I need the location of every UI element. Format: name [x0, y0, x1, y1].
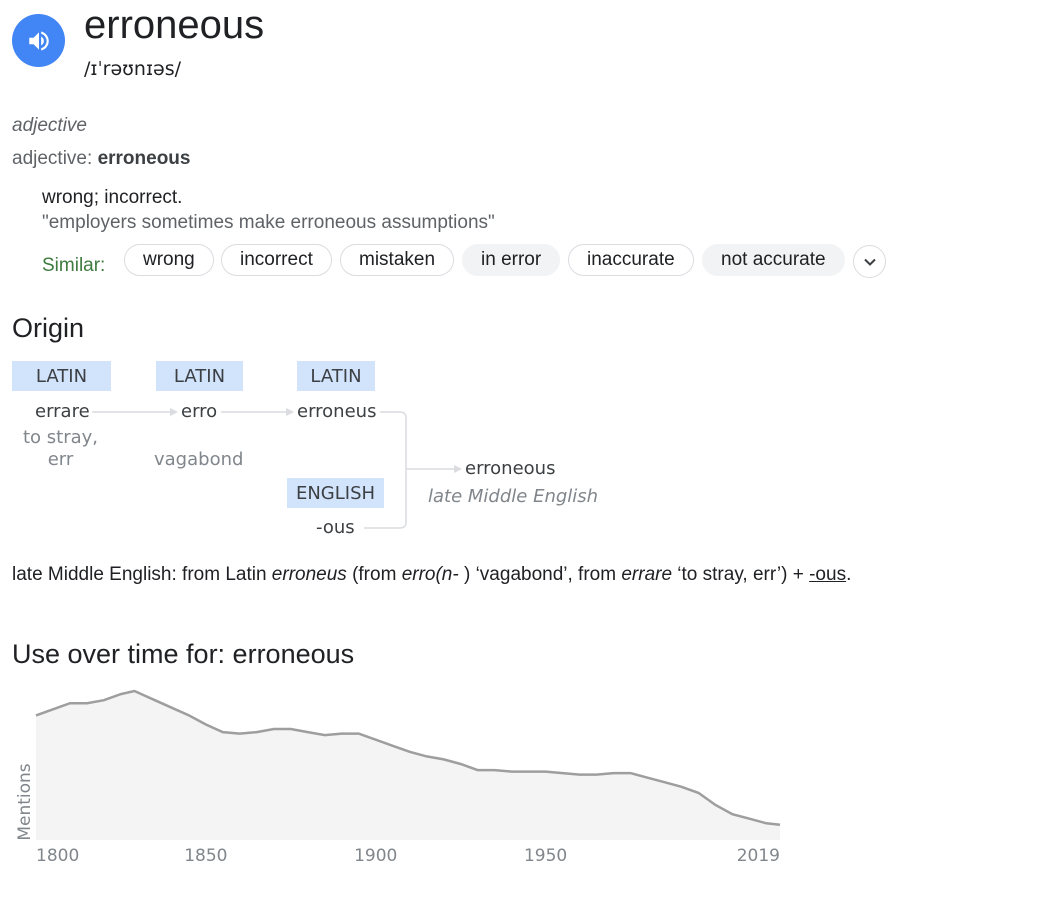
etymon-errare: errare [35, 401, 90, 422]
gloss-result: late Middle English [428, 486, 599, 507]
etymology-text-part: ‘to stray, err’) + [672, 564, 810, 585]
ous-link[interactable]: -ous [809, 564, 846, 585]
etymon-erroneus: erroneus [297, 401, 377, 422]
etymon-ous: -ous [316, 517, 355, 538]
language-tag-english: ENGLISH [287, 478, 384, 508]
usage-heading: Use over time for: erroneous [12, 639, 355, 669]
x-tick-label: 1850 [184, 846, 227, 866]
usage-chart: Mentions 1800 1850 1900 1950 2019 [15, 689, 781, 866]
etymology-text-part: (from [346, 564, 402, 585]
etymology-bracket [364, 411, 407, 529]
gloss-erro: vagabond [154, 449, 244, 470]
expand-similar-button[interactable] [853, 245, 886, 278]
x-tick-label: 2019 [737, 846, 780, 866]
x-tick-label: 1950 [524, 846, 567, 866]
usage-area [36, 691, 780, 840]
etymology-text-part: ) ‘vagabond’, from [458, 564, 622, 585]
gloss-errare: to stray, err [12, 427, 109, 471]
x-tick-label: 1900 [354, 846, 397, 866]
similar-chip-not-accurate[interactable]: not accurate [702, 244, 845, 276]
etymon-result: erroneous [465, 458, 556, 479]
gloss-line: err [47, 449, 74, 470]
chevron-down-icon [863, 258, 876, 266]
x-tick-label: 1800 [36, 846, 79, 866]
etymology-italic: erroneus [271, 564, 347, 585]
etymology-text-part: . [846, 564, 852, 585]
language-tag-latin: LATIN [156, 361, 243, 391]
language-tag-latin: LATIN [12, 361, 111, 391]
y-axis-label: Mentions [15, 763, 35, 840]
etymology-connectors [92, 408, 462, 529]
etymology-text-part: late Middle English: from Latin [12, 564, 272, 585]
gloss-line: to stray, [22, 427, 99, 448]
etymology-text: late Middle English: from Latin erroneus… [12, 564, 851, 586]
language-tag-latin: LATIN [297, 361, 375, 391]
etymology-italic: errare [621, 564, 673, 585]
etymology-italic: erro(n- [401, 564, 459, 585]
etymon-erro: erro [181, 401, 218, 422]
